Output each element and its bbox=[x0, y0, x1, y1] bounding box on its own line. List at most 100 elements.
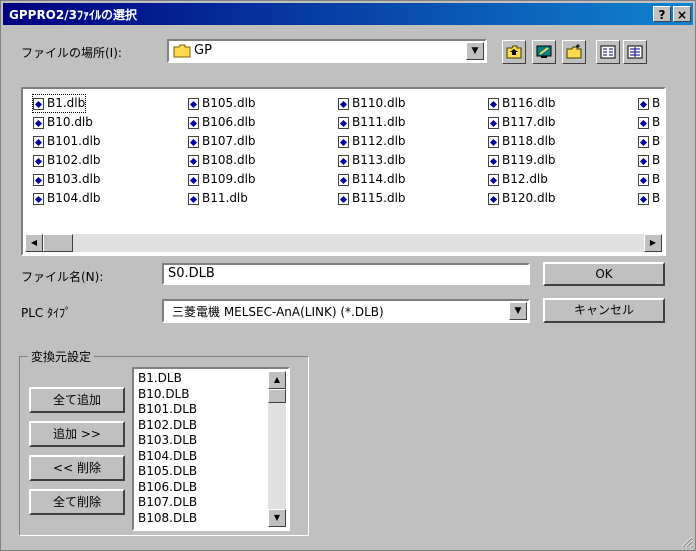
conversion-list-item[interactable]: B101.DLB bbox=[138, 403, 197, 415]
file-name: B113.dlb bbox=[352, 153, 406, 167]
scroll-up-button[interactable]: ▲ bbox=[268, 371, 286, 389]
look-in-dropdown-button[interactable]: ▼ bbox=[466, 42, 484, 60]
conversion-source-title: 変換元設定 bbox=[28, 348, 95, 365]
cancel-button[interactable]: キャンセル bbox=[543, 298, 665, 323]
conversion-list-item[interactable]: B106.DLB bbox=[138, 481, 197, 493]
file-name: B110.dlb bbox=[352, 96, 406, 110]
file-list-item[interactable]: B bbox=[638, 171, 660, 188]
file-list-item[interactable]: B115.dlb bbox=[338, 190, 406, 207]
file-icon bbox=[638, 135, 649, 148]
close-button[interactable]: × bbox=[673, 6, 691, 22]
title-bar[interactable]: GPPRO2/3ﾌｧｲﾙの選択 ? × bbox=[3, 3, 693, 25]
file-list-item[interactable]: B113.dlb bbox=[338, 152, 406, 169]
file-list-item[interactable]: B112.dlb bbox=[338, 133, 406, 150]
file-list-item[interactable]: B110.dlb bbox=[338, 95, 406, 112]
up-folder-button[interactable] bbox=[502, 40, 526, 64]
file-list-item[interactable]: B118.dlb bbox=[488, 133, 556, 150]
file-list-item[interactable]: B117.dlb bbox=[488, 114, 556, 131]
file-name: B bbox=[652, 172, 661, 186]
horizontal-scrollbar[interactable]: ◀ ▶ bbox=[25, 234, 662, 252]
file-list-item[interactable]: B119.dlb bbox=[488, 152, 556, 169]
look-in-value: GP bbox=[173, 43, 212, 58]
file-list-item[interactable]: B bbox=[638, 133, 660, 150]
file-list-item[interactable]: B111.dlb bbox=[338, 114, 406, 131]
file-icon bbox=[188, 173, 199, 186]
file-name: B bbox=[652, 191, 661, 205]
conversion-list-item[interactable]: B102.DLB bbox=[138, 419, 197, 431]
file-name: B bbox=[652, 115, 661, 129]
file-list-item[interactable]: B bbox=[638, 152, 660, 169]
file-icon bbox=[488, 116, 499, 129]
list-view-button[interactable] bbox=[596, 40, 620, 64]
file-list[interactable]: B1.dlb B10.dlb B101.dlb B102.dlb B103.dlb B10… bbox=[21, 87, 666, 256]
add-button[interactable]: 追加 >> bbox=[29, 421, 125, 447]
conversion-list-item[interactable]: B105.DLB bbox=[138, 465, 197, 477]
file-list-item[interactable]: B108.dlb bbox=[188, 152, 256, 169]
file-select-dialog: GPPRO2/3ﾌｧｲﾙの選択 ? × ファイルの場所(I): GP ▼ B1.… bbox=[0, 0, 696, 551]
conversion-list-item[interactable]: B108.DLB bbox=[138, 512, 197, 524]
ok-button[interactable]: OK bbox=[543, 262, 665, 286]
conversion-list-item[interactable]: B10.DLB bbox=[138, 388, 189, 400]
scroll-left-button[interactable]: ◀ bbox=[25, 234, 43, 252]
filename-input[interactable]: S0.DLB bbox=[162, 263, 530, 285]
file-list-item[interactable]: B12.dlb bbox=[488, 171, 548, 188]
file-name: B10.dlb bbox=[47, 115, 93, 129]
remove-button[interactable]: << 削除 bbox=[29, 455, 125, 481]
conversion-source-list[interactable]: B1.DLB B10.DLB B101.DLB B102.DLB B103.DLB B10… bbox=[132, 367, 290, 531]
add-all-button[interactable]: 全て追加 bbox=[29, 387, 125, 413]
vertical-scrollbar[interactable]: ▲ ▼ bbox=[268, 371, 286, 527]
file-name: B115.dlb bbox=[352, 191, 406, 205]
file-list-item[interactable]: B bbox=[638, 190, 660, 207]
file-list-item[interactable]: B1.dlb bbox=[31, 94, 87, 113]
file-list-item[interactable]: B114.dlb bbox=[338, 171, 406, 188]
file-list-item[interactable]: B116.dlb bbox=[488, 95, 556, 112]
remove-all-button[interactable]: 全て削除 bbox=[29, 489, 125, 515]
file-list-item[interactable]: B109.dlb bbox=[188, 171, 256, 188]
file-list-item[interactable]: B10.dlb bbox=[33, 114, 93, 131]
file-name: B118.dlb bbox=[502, 134, 556, 148]
file-name: B116.dlb bbox=[502, 96, 556, 110]
conversion-list-item[interactable]: B104.DLB bbox=[138, 450, 197, 462]
scroll-right-button[interactable]: ▶ bbox=[644, 234, 662, 252]
new-folder-button[interactable] bbox=[562, 40, 586, 64]
vertical-scroll-thumb[interactable] bbox=[268, 389, 286, 403]
conversion-list-item[interactable]: B103.DLB bbox=[138, 434, 197, 446]
look-in-folder-name: GP bbox=[194, 43, 212, 58]
help-button[interactable]: ? bbox=[653, 6, 671, 22]
desktop-button[interactable] bbox=[532, 40, 556, 64]
details-view-button[interactable] bbox=[623, 40, 647, 64]
plc-type-dropdown-button[interactable]: ▼ bbox=[509, 302, 527, 320]
file-icon bbox=[33, 154, 44, 167]
file-list-item[interactable]: B11.dlb bbox=[188, 190, 248, 207]
file-name: B bbox=[652, 96, 661, 110]
file-list-item[interactable]: B106.dlb bbox=[188, 114, 256, 131]
file-list-item[interactable]: B103.dlb bbox=[33, 171, 101, 188]
file-name: B1.dlb bbox=[47, 96, 86, 110]
file-list-item[interactable]: B105.dlb bbox=[188, 95, 256, 112]
file-icon bbox=[488, 192, 499, 205]
file-name: B114.dlb bbox=[352, 172, 406, 186]
file-list-item[interactable]: B101.dlb bbox=[33, 133, 101, 150]
file-list-item[interactable]: B104.dlb bbox=[33, 190, 101, 207]
file-icon bbox=[188, 154, 199, 167]
file-list-item[interactable]: B bbox=[638, 95, 660, 112]
conversion-list-item[interactable]: B1.DLB bbox=[138, 372, 182, 384]
window-title: GPPRO2/3ﾌｧｲﾙの選択 bbox=[9, 8, 137, 22]
file-list-item[interactable]: B120.dlb bbox=[488, 190, 556, 207]
horizontal-scroll-thumb[interactable] bbox=[43, 234, 73, 252]
file-list-item[interactable]: B bbox=[638, 114, 660, 131]
scroll-down-button[interactable]: ▼ bbox=[268, 509, 286, 527]
file-name: B103.dlb bbox=[47, 172, 101, 186]
file-name: B12.dlb bbox=[502, 172, 548, 186]
conversion-list-item[interactable]: B107.DLB bbox=[138, 496, 197, 508]
plc-type-label: PLC ﾀｲﾌﾟ bbox=[21, 306, 72, 320]
file-name: B106.dlb bbox=[202, 115, 256, 129]
file-name: B11.dlb bbox=[202, 191, 248, 205]
look-in-combo[interactable]: GP ▼ bbox=[167, 39, 487, 63]
plc-type-combo[interactable]: 三菱電機 MELSEC-AnA(LINK) (*.DLB) ▼ bbox=[162, 299, 530, 323]
file-icon bbox=[638, 192, 649, 205]
file-list-item[interactable]: B107.dlb bbox=[188, 133, 256, 150]
file-list-item[interactable]: B102.dlb bbox=[33, 152, 101, 169]
file-icon bbox=[488, 154, 499, 167]
resize-grip-icon[interactable] bbox=[679, 534, 693, 548]
